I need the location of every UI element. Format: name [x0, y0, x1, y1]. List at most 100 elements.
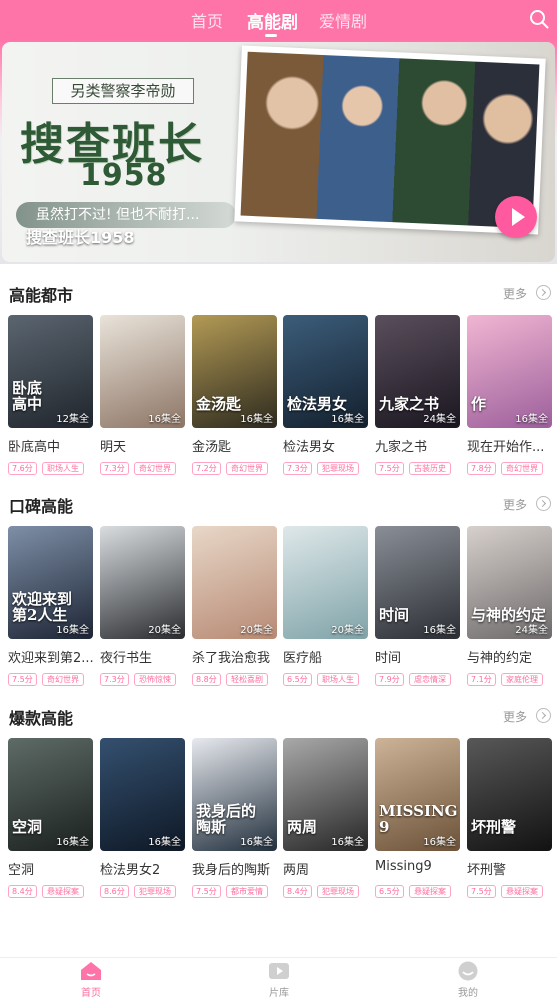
- drama-card[interactable]: 九家之书 24集全 九家之书 7.5分 古装历史: [375, 315, 460, 475]
- score-badge: 6.5分: [283, 673, 312, 686]
- genre-tag[interactable]: 悬疑探案: [409, 885, 451, 898]
- drama-card[interactable]: 16集全 明天 7.3分 奇幻世界: [100, 315, 185, 475]
- drama-card[interactable]: 卧底 高中 12集全卧底高中 7.6分 职场人生: [8, 315, 93, 475]
- tab-high-energy[interactable]: 高能剧: [247, 8, 298, 33]
- nav-home[interactable]: 首页: [61, 961, 121, 999]
- drama-card[interactable]: MISSING 9 16集全 Missing9 6.5分 悬疑探案: [375, 738, 460, 898]
- more-link[interactable]: 更多: [503, 496, 527, 513]
- featured-banner[interactable]: 另类警察李帝勋 搜查班长 1958 虽然打不过! 但也不耐打... 搜查班长19…: [0, 40, 557, 264]
- genre-tag[interactable]: 轻松喜剧: [226, 673, 268, 686]
- drama-title[interactable]: 夜行书生: [100, 647, 185, 666]
- chevron-right-icon[interactable]: [536, 285, 551, 300]
- score-badge: 7.3分: [283, 462, 312, 475]
- poster-image[interactable]: 欢迎来到 第2人生 16集全: [8, 526, 93, 639]
- drama-title[interactable]: 杀了我治愈我: [192, 647, 277, 666]
- poster-image[interactable]: 时间 16集全: [375, 526, 460, 639]
- genre-tag[interactable]: 恐怖惊悚: [134, 673, 176, 686]
- drama-title[interactable]: 九家之书: [375, 436, 460, 455]
- poster-image[interactable]: 与神的约定 24集全: [467, 526, 552, 639]
- poster-image[interactable]: 金汤匙 16集全: [192, 315, 277, 428]
- drama-card[interactable]: 空洞 16集全空洞 8.4分 悬疑探案: [8, 738, 93, 898]
- drama-card[interactable]: 欢迎来到 第2人生 16集全 欢迎来到第2... 7.5分 奇幻世界: [8, 526, 93, 686]
- drama-card[interactable]: 我身后的 陶斯 16集全 我身后的陶斯 7.5分 都市爱情: [192, 738, 277, 898]
- genre-tag[interactable]: 奇幻世界: [226, 462, 268, 475]
- score-badge: 8.4分: [8, 885, 37, 898]
- score-badge: 6.5分: [375, 885, 404, 898]
- poster-image[interactable]: 两周 16集全: [283, 738, 368, 851]
- genre-tag[interactable]: 虐恋情深: [409, 673, 451, 686]
- genre-tag[interactable]: 古装历史: [409, 462, 451, 475]
- poster-image[interactable]: 九家之书 24集全: [375, 315, 460, 428]
- chevron-right-icon[interactable]: [536, 708, 551, 723]
- score-badge: 7.6分: [8, 462, 37, 475]
- poster-image[interactable]: 16集全: [100, 315, 185, 428]
- episode-count: 20集全: [331, 625, 364, 636]
- more-link[interactable]: 更多: [503, 708, 527, 725]
- genre-tag[interactable]: 家庭伦理: [501, 673, 543, 686]
- drama-title[interactable]: 与神的约定: [467, 647, 552, 666]
- score-badge: 7.5分: [467, 885, 496, 898]
- drama-card[interactable]: 作 16集全 现在开始作... 7.8分 奇幻世界: [467, 315, 552, 475]
- genre-tag[interactable]: 奇幻世界: [134, 462, 176, 475]
- search-icon[interactable]: [529, 9, 549, 29]
- poster-image[interactable]: 20集全: [100, 526, 185, 639]
- genre-tag[interactable]: 奇幻世界: [501, 462, 543, 475]
- chevron-right-icon[interactable]: [536, 496, 551, 511]
- poster-image[interactable]: 我身后的 陶斯 16集全: [192, 738, 277, 851]
- poster-image[interactable]: 卧底 高中 12集全: [8, 315, 93, 428]
- drama-card[interactable]: 20集全 杀了我治愈我 8.8分 轻松喜剧: [192, 526, 277, 686]
- genre-tag[interactable]: 都市爱情: [226, 885, 268, 898]
- drama-card[interactable]: 20集全医疗船 6.5分 职场人生: [283, 526, 368, 686]
- drama-card[interactable]: 坏刑警 坏刑警 7.5分 悬疑探案: [467, 738, 552, 898]
- drama-title[interactable]: 金汤匙: [192, 436, 277, 455]
- drama-card[interactable]: 20集全 夜行书生 7.3分 恐怖惊悚: [100, 526, 185, 686]
- nav-library[interactable]: 片库: [249, 961, 309, 999]
- drama-title[interactable]: 卧底高中: [8, 436, 93, 455]
- play-button[interactable]: [495, 196, 537, 238]
- drama-card[interactable]: 金汤匙 16集全 金汤匙 7.2分 奇幻世界: [192, 315, 277, 475]
- score-badge: 7.1分: [467, 673, 496, 686]
- poster-image[interactable]: 坏刑警: [467, 738, 552, 851]
- genre-tag[interactable]: 奇幻世界: [42, 673, 84, 686]
- tab-romance[interactable]: 爱情剧: [319, 8, 367, 32]
- poster-image[interactable]: 16集全: [100, 738, 185, 851]
- drama-card[interactable]: 时间 16集全时间 7.9分 虐恋情深: [375, 526, 460, 686]
- drama-card[interactable]: 16集全 检法男女2 8.6分 犯罪现场: [100, 738, 185, 898]
- poster-image[interactable]: 20集全: [192, 526, 277, 639]
- nav-profile[interactable]: 我的: [438, 961, 498, 999]
- poster-image[interactable]: 20集全: [283, 526, 368, 639]
- drama-title[interactable]: 空洞: [8, 859, 93, 878]
- more-link[interactable]: 更多: [503, 285, 527, 302]
- tab-home[interactable]: 首页: [191, 8, 223, 32]
- drama-card[interactable]: 两周 16集全 两周 8.4分 犯罪现场: [283, 738, 368, 898]
- drama-title[interactable]: 欢迎来到第2...: [8, 647, 93, 666]
- drama-title[interactable]: 检法男女: [283, 436, 368, 455]
- bottom-nav: 首页 片库 我的: [0, 957, 557, 999]
- drama-title[interactable]: 我身后的陶斯: [192, 859, 277, 878]
- drama-title[interactable]: 检法男女2: [100, 859, 185, 878]
- genre-tag[interactable]: 犯罪现场: [134, 885, 176, 898]
- drama-card[interactable]: 检法男女 16集全检法男女 7.3分 犯罪现场: [283, 315, 368, 475]
- drama-card[interactable]: 与神的约定 24集全与神的约定 7.1分 家庭伦理: [467, 526, 552, 686]
- poster-image[interactable]: 空洞 16集全: [8, 738, 93, 851]
- poster-image[interactable]: 作 16集全: [467, 315, 552, 428]
- episode-count: 16集全: [331, 414, 364, 425]
- score-badge: 7.9分: [375, 673, 404, 686]
- genre-tag[interactable]: 职场人生: [42, 462, 84, 475]
- drama-title[interactable]: 医疗船: [283, 647, 368, 666]
- genre-tag[interactable]: 职场人生: [317, 673, 359, 686]
- poster-image[interactable]: 检法男女 16集全: [283, 315, 368, 428]
- genre-tag[interactable]: 悬疑探案: [42, 885, 84, 898]
- genre-tag[interactable]: 犯罪现场: [317, 462, 359, 475]
- drama-title[interactable]: 明天: [100, 436, 185, 455]
- drama-title[interactable]: 两周: [283, 859, 368, 878]
- genre-tag[interactable]: 犯罪现场: [317, 885, 359, 898]
- banner-card[interactable]: 另类警察李帝勋 搜查班长 1958 虽然打不过! 但也不耐打... 搜查班长19…: [2, 42, 555, 262]
- drama-title[interactable]: 现在开始作...: [467, 436, 552, 455]
- drama-title[interactable]: Missing9: [375, 859, 460, 874]
- drama-title[interactable]: 时间: [375, 647, 460, 666]
- genre-tag[interactable]: 悬疑探案: [501, 885, 543, 898]
- drama-title[interactable]: 坏刑警: [467, 859, 552, 878]
- episode-count: 16集全: [148, 837, 181, 848]
- poster-image[interactable]: MISSING 9 16集全: [375, 738, 460, 851]
